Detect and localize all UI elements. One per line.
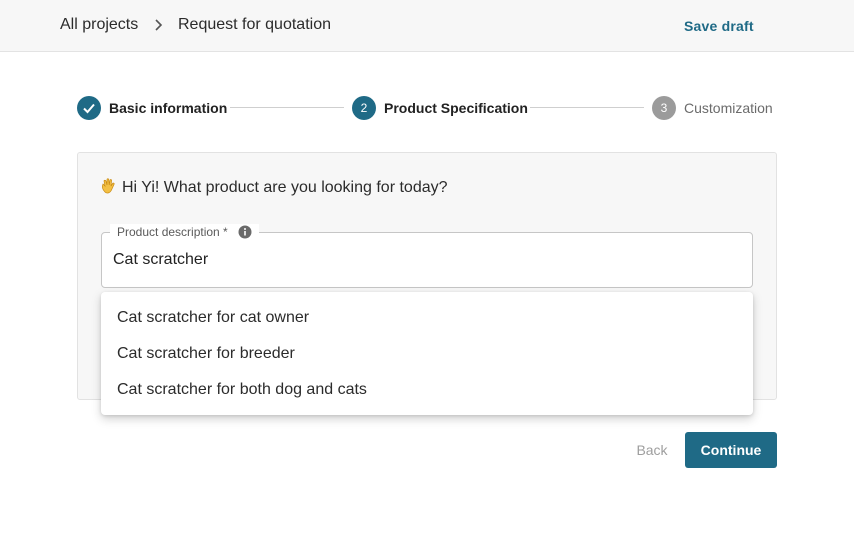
product-description-label-wrap: Product description *	[110, 224, 259, 240]
chevron-right-icon	[155, 19, 163, 31]
step-2-label: Product Specification	[384, 100, 528, 116]
save-draft-button[interactable]: Save draft	[684, 18, 754, 34]
step-1-label: Basic information	[109, 100, 228, 116]
suggestion-item[interactable]: Cat scratcher for cat owner	[101, 300, 753, 336]
waving-hand-icon	[102, 178, 115, 194]
greeting-text: Hi Yi! What product are you looking for …	[122, 179, 448, 196]
top-bar: All projects Request for quotation Save …	[0, 0, 854, 52]
step-2-number: 2	[352, 96, 376, 120]
step-connector	[230, 107, 344, 108]
suggestion-item[interactable]: Cat scratcher for both dog and cats	[101, 372, 753, 408]
breadcrumb-current-page: Request for quotation	[178, 16, 331, 33]
step-connector	[530, 107, 644, 108]
suggestions-dropdown: Cat scratcher for cat owner Cat scratche…	[101, 292, 753, 415]
product-description-label: Product description *	[117, 225, 228, 239]
info-icon[interactable]	[238, 225, 252, 239]
step-3-label: Customization	[684, 100, 773, 116]
suggestion-item[interactable]: Cat scratcher for breeder	[101, 336, 753, 372]
step-1-check-icon	[77, 96, 101, 120]
step-3-number: 3	[652, 96, 676, 120]
back-button[interactable]: Back	[624, 432, 680, 468]
product-description-input[interactable]	[113, 250, 733, 270]
breadcrumb-all-projects[interactable]: All projects	[60, 16, 138, 34]
continue-button[interactable]: Continue	[685, 432, 777, 468]
